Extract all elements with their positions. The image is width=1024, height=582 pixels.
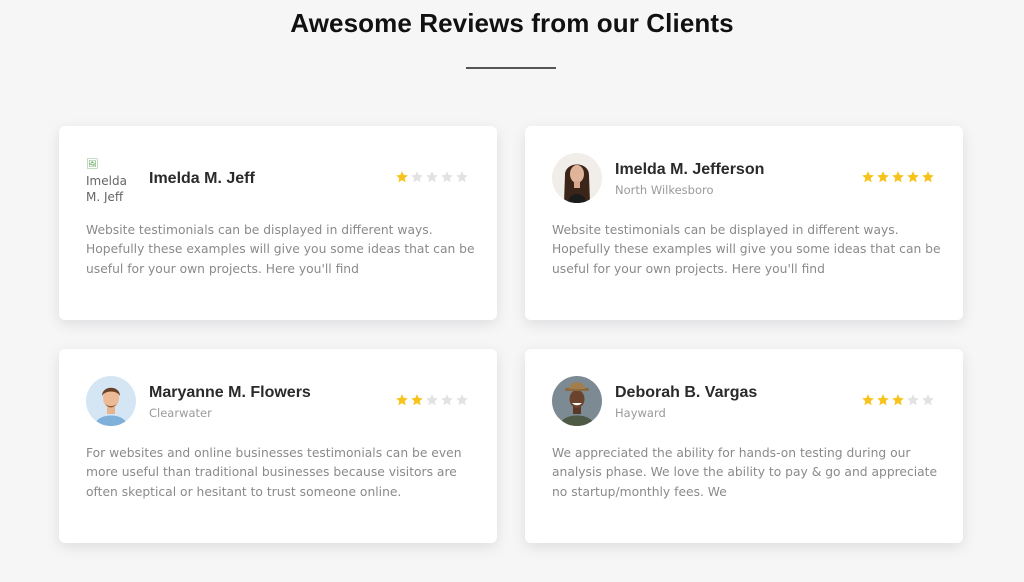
star-empty-icon xyxy=(441,171,453,183)
star-empty-icon xyxy=(907,394,919,406)
review-card: Deborah B. Vargas Hayward We appreciated… xyxy=(525,349,963,543)
star-filled-icon xyxy=(907,171,919,183)
reviewer-name: Deborah B. Vargas xyxy=(615,384,758,401)
star-empty-icon xyxy=(426,171,438,183)
star-empty-icon xyxy=(411,171,423,183)
reviewer-name: Maryanne M. Flowers xyxy=(149,384,311,401)
star-filled-icon xyxy=(411,394,423,406)
star-rating xyxy=(861,170,935,184)
review-text: Website testimonials can be displayed in… xyxy=(552,223,941,276)
reviewer-location: Clearwater xyxy=(149,406,212,420)
review-card: Maryanne M. Flowers Clearwater For websi… xyxy=(59,349,497,543)
avatar-broken-image: 🖼 Imelda M. Jeff xyxy=(86,155,128,203)
star-filled-icon xyxy=(862,171,874,183)
reviewer-name: Imelda M. Jeff xyxy=(149,170,255,187)
star-empty-icon xyxy=(441,394,453,406)
broken-image-icon: 🖼 xyxy=(86,159,99,170)
avatar xyxy=(552,376,602,426)
star-empty-icon xyxy=(456,394,468,406)
star-filled-icon xyxy=(892,171,904,183)
reviewer-name: Imelda M. Jefferson xyxy=(615,161,765,178)
star-rating xyxy=(861,393,935,407)
star-rating xyxy=(395,393,469,407)
review-text: For websites and online businesses testi… xyxy=(86,446,462,499)
star-filled-icon xyxy=(922,171,934,183)
star-filled-icon xyxy=(862,394,874,406)
star-filled-icon xyxy=(396,394,408,406)
review-text: We appreciated the ability for hands-on … xyxy=(552,446,938,499)
review-card: 🖼 Imelda M. Jeff Imelda M. Jeff Website … xyxy=(59,126,497,320)
star-filled-icon xyxy=(877,394,889,406)
avatar xyxy=(86,376,136,426)
avatar-alt-text: Imelda M. Jeff xyxy=(86,174,127,203)
review-text: Website testimonials can be displayed in… xyxy=(86,223,475,276)
review-card: Imelda M. Jefferson North Wilkesboro Web… xyxy=(525,126,963,320)
star-empty-icon xyxy=(922,394,934,406)
section-title: Awesome Reviews from our Clients xyxy=(290,8,734,38)
star-filled-icon xyxy=(396,171,408,183)
avatar xyxy=(552,153,602,203)
star-filled-icon xyxy=(877,171,889,183)
star-empty-icon xyxy=(456,171,468,183)
star-empty-icon xyxy=(426,394,438,406)
title-divider xyxy=(466,67,556,69)
star-rating xyxy=(395,170,469,184)
reviewer-location: North Wilkesboro xyxy=(615,183,714,197)
reviewer-location: Hayward xyxy=(615,406,666,420)
star-filled-icon xyxy=(892,394,904,406)
